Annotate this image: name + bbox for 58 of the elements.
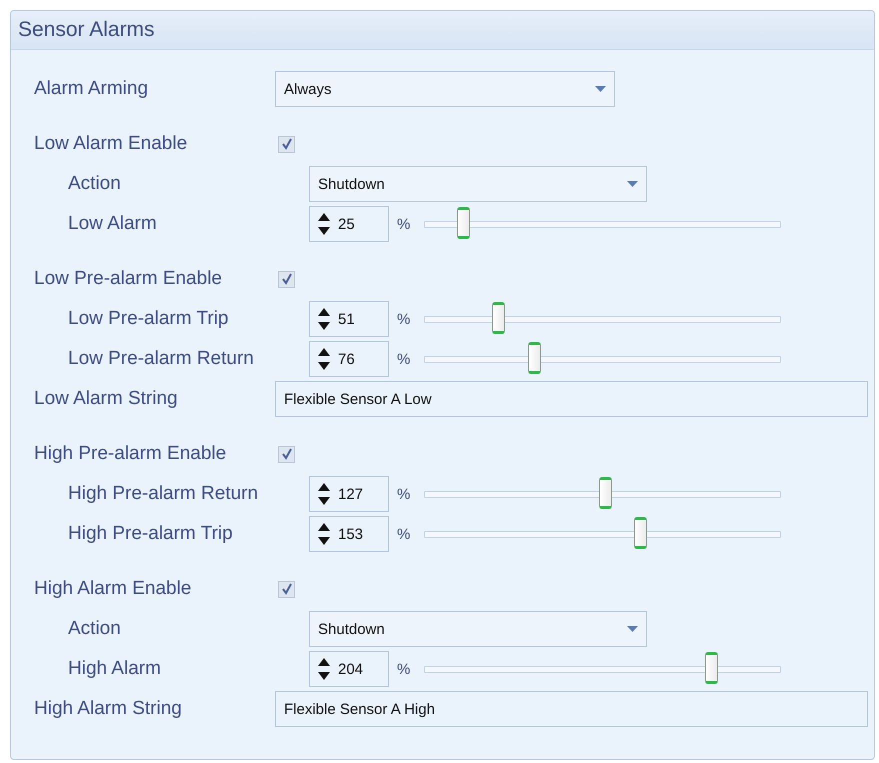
caret-icon bbox=[627, 181, 638, 187]
spin-up-icon[interactable] bbox=[318, 308, 330, 316]
unit-label: % bbox=[397, 486, 410, 502]
field-label: Low Pre-alarm Enable bbox=[34, 268, 223, 290]
field-label: Low Alarm Enable bbox=[34, 133, 188, 155]
slider-thumb[interactable] bbox=[456, 206, 470, 238]
field-label: High Alarm Enable bbox=[34, 578, 192, 600]
field-label: Low Alarm bbox=[68, 213, 158, 235]
unit-label: % bbox=[397, 216, 410, 232]
spin-down-icon[interactable] bbox=[318, 227, 330, 235]
unit-label: % bbox=[397, 526, 410, 542]
dropdown[interactable]: Shutdown bbox=[309, 166, 647, 202]
dropdown[interactable]: Shutdown bbox=[309, 611, 647, 647]
text-field[interactable]: Flexible Sensor A Low bbox=[275, 381, 868, 417]
spin-up-icon[interactable] bbox=[318, 523, 330, 531]
slider-thumb[interactable] bbox=[492, 302, 506, 334]
checkbox[interactable] bbox=[278, 270, 295, 288]
field-label: High Pre-alarm Trip bbox=[68, 523, 234, 545]
spin-box[interactable]: 127 bbox=[309, 476, 389, 512]
spin-up-icon[interactable] bbox=[318, 213, 330, 221]
field-label: Low Pre-alarm Trip bbox=[68, 308, 230, 330]
slider-thumb[interactable] bbox=[634, 516, 648, 548]
text-field[interactable]: Flexible Sensor A High bbox=[275, 691, 868, 727]
field-label: Low Alarm String bbox=[34, 388, 179, 410]
spin-box[interactable]: 76 bbox=[309, 341, 389, 377]
spin-box[interactable]: 204 bbox=[309, 651, 389, 687]
spin-down-icon[interactable] bbox=[318, 322, 330, 330]
spin-down-icon[interactable] bbox=[318, 537, 330, 545]
field-label: High Pre-alarm Enable bbox=[34, 443, 228, 465]
spin-down-icon[interactable] bbox=[318, 362, 330, 370]
dropdown[interactable]: Always bbox=[275, 71, 615, 107]
unit-label: % bbox=[397, 660, 410, 678]
checkbox[interactable] bbox=[278, 580, 295, 598]
field-label: Low Pre-alarm Return bbox=[68, 348, 255, 370]
spin-up-icon[interactable] bbox=[318, 658, 330, 666]
spin-up-icon[interactable] bbox=[318, 483, 330, 491]
checkbox[interactable] bbox=[278, 446, 295, 462]
spin-box[interactable]: 153 bbox=[309, 516, 389, 552]
field-label: Action bbox=[68, 618, 122, 640]
field-label: High Alarm String bbox=[34, 698, 183, 720]
panel-title: Sensor Alarms bbox=[18, 18, 155, 42]
slider-thumb[interactable] bbox=[528, 342, 541, 374]
slider-thumb[interactable] bbox=[705, 652, 718, 684]
spin-box[interactable]: 51 bbox=[309, 301, 389, 337]
field-label: High Pre-alarm Return bbox=[68, 483, 260, 505]
field-label: Alarm Arming bbox=[34, 78, 150, 100]
field-label: Action bbox=[68, 173, 122, 195]
caret-icon bbox=[595, 86, 606, 92]
spin-down-icon[interactable] bbox=[318, 497, 330, 505]
field-label: High Alarm bbox=[68, 658, 162, 680]
unit-label: % bbox=[397, 350, 410, 368]
unit-label: % bbox=[397, 310, 410, 328]
slider-thumb[interactable] bbox=[598, 476, 612, 508]
spin-down-icon[interactable] bbox=[318, 672, 330, 680]
caret-icon bbox=[627, 626, 638, 632]
checkbox[interactable] bbox=[278, 136, 295, 152]
spin-box[interactable]: 25 bbox=[309, 206, 389, 242]
spin-up-icon[interactable] bbox=[318, 348, 330, 356]
